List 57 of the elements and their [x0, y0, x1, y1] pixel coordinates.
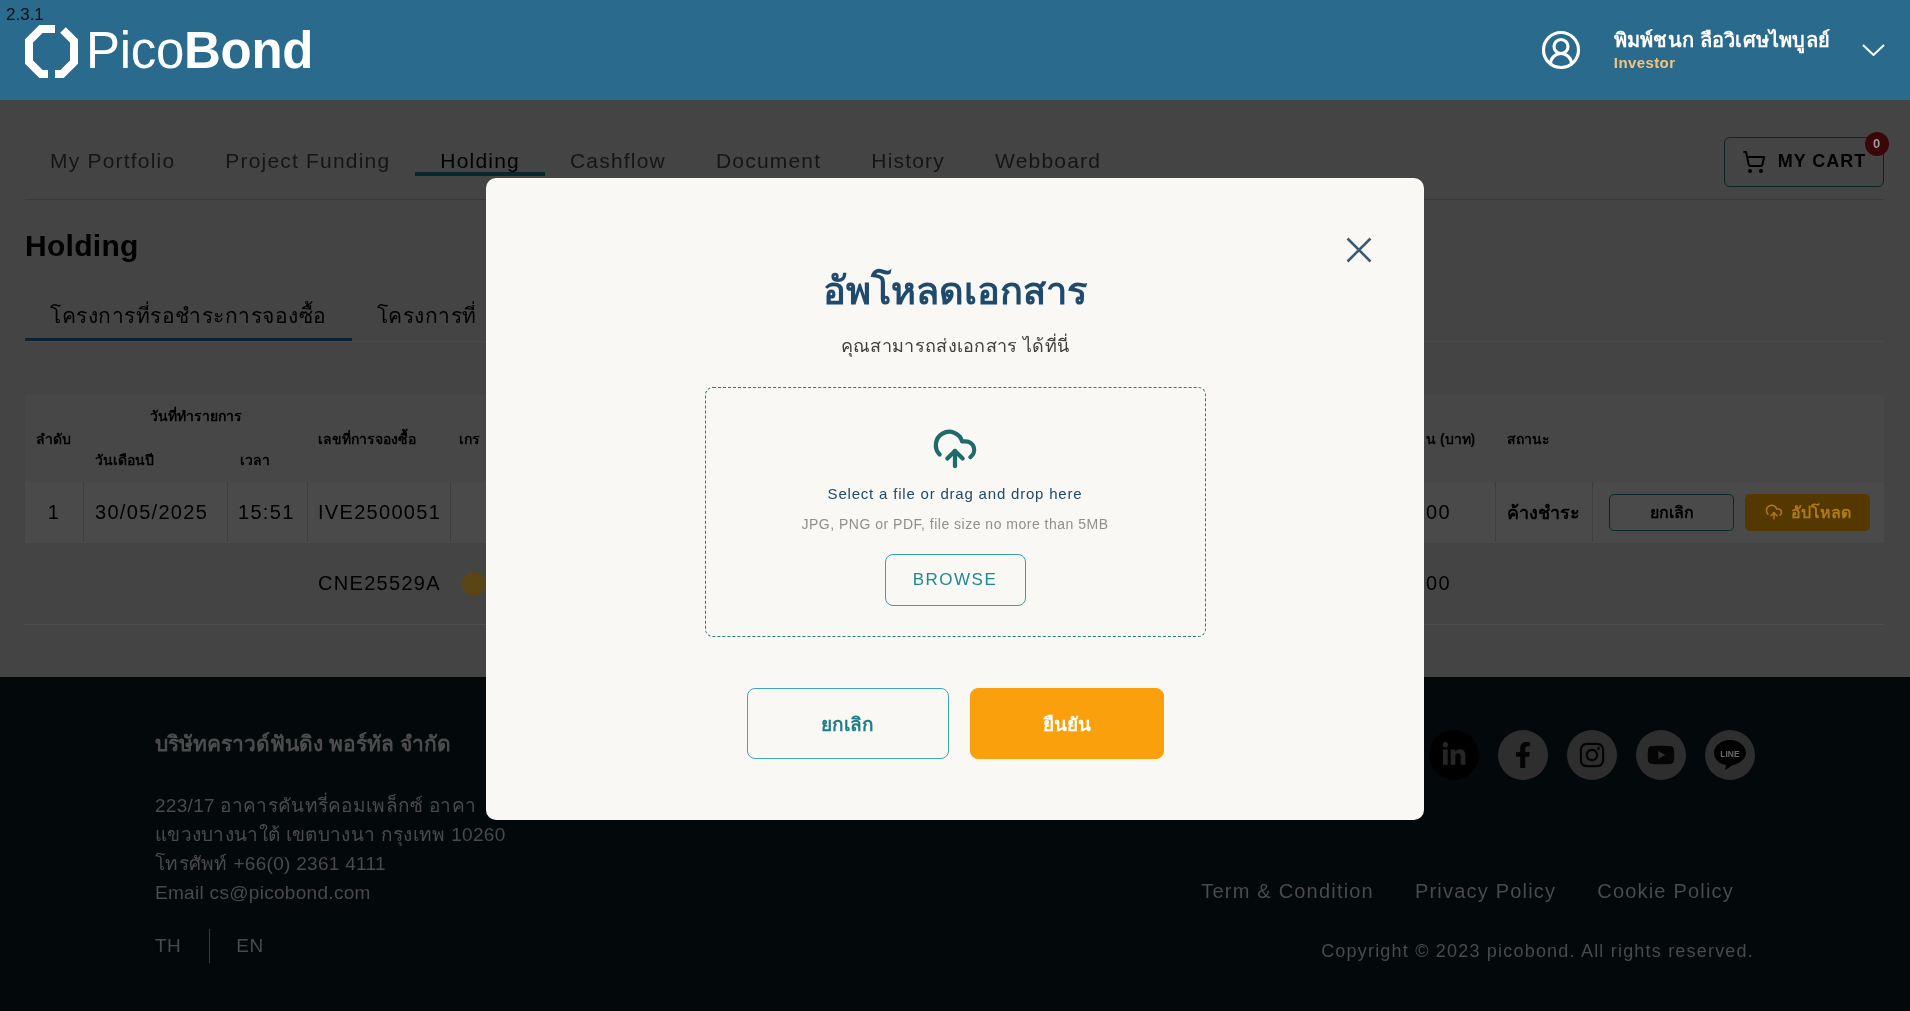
time-text: 15:51: [238, 500, 295, 524]
cart-count: 0: [1865, 131, 1889, 156]
column-header: น (บาท): [1426, 429, 1476, 449]
address-line: แขวงบางนาใต้ เขตบางนา กรุงเทพ 10260: [155, 823, 506, 848]
cancel-button[interactable]: ยกเลิก: [1609, 493, 1734, 531]
language-option[interactable]: TH: [155, 935, 182, 957]
dialog-title: อัพโหลดเอกสาร: [823, 268, 1087, 314]
user-avatar-icon[interactable]: [1539, 29, 1582, 71]
status-text: ค้างชำระ: [1507, 501, 1580, 525]
booking-number: CNE25529A: [318, 572, 441, 595]
user-name: พิมพ์ชนก ลือวิเศษไพบูลย์: [1613, 28, 1830, 53]
page-title: Holding: [25, 228, 139, 264]
logo-icon: [25, 24, 78, 78]
column-header: ลำดับ: [36, 429, 71, 449]
sub-tab[interactable]: โครงการที่: [351, 290, 481, 341]
sub-tab[interactable]: โครงการที่รอชำระการจองซื้อ: [25, 290, 352, 341]
version-label: 2.3.1: [6, 5, 44, 25]
date-text: 30/05/2025: [95, 500, 209, 524]
file-hint: JPG, PNG or PDF, file size no more than 5MB: [801, 515, 1109, 533]
chevron-down-icon[interactable]: [1862, 44, 1885, 56]
confirm-button[interactable]: ยืนยัน: [969, 688, 1164, 759]
dialog-subtitle: คุณสามารถส่งเอกสาร ได้ที่นี่: [840, 334, 1070, 358]
column-header: เลขที่การจองซื้อ: [318, 427, 416, 449]
booking-number: IVE2500051: [318, 500, 442, 524]
copyright-text: Copyright © 2023 picobond. All rights reserved.: [1321, 941, 1754, 962]
column-header: เวลา: [240, 450, 270, 470]
footer-link[interactable]: Cookie Policy: [1597, 880, 1734, 903]
upload-button[interactable]: อัปโหลด: [1745, 493, 1870, 531]
cloud-upload-icon: [1764, 503, 1783, 521]
cart-icon: [1741, 149, 1766, 174]
column-header: วันที่ทำรายการ: [150, 405, 242, 426]
footer-link[interactable]: Term & Condition: [1201, 880, 1374, 903]
address-line: 223/17 อาคารคันทรี่คอมเพล็กซ์ อาคา: [155, 791, 477, 820]
close-button[interactable]: [1346, 237, 1372, 263]
column-header: เกร: [459, 429, 480, 449]
logo-text: PicoBond: [86, 22, 314, 80]
instagram-icon[interactable]: [1567, 730, 1617, 780]
column-header: สถานะ: [1507, 429, 1550, 449]
company-name: บริษัทคราวด์ฟันดิง พอร์ทัล จำกัด: [155, 732, 451, 756]
circle-icon: [462, 571, 486, 596]
linkedin-icon[interactable]: [1429, 730, 1479, 780]
footer-link[interactable]: Privacy Policy: [1414, 880, 1557, 903]
row-number: 1: [47, 500, 61, 524]
drop-prompt: Select a file or drag and drop here: [827, 484, 1083, 504]
address-line: โทรศัพท์ +66(0) 2361 4111: [155, 851, 386, 876]
browse-button[interactable]: BROWSE: [884, 554, 1026, 606]
language-option[interactable]: EN: [236, 935, 264, 957]
amount-text: 00: [1426, 500, 1451, 524]
youtube-icon[interactable]: [1636, 730, 1686, 780]
amount-text: 00: [1426, 572, 1451, 595]
cancel-button[interactable]: ยกเลิก: [746, 688, 949, 759]
address-line: Email cs@picobond.com: [155, 881, 371, 905]
file-drop-zone[interactable]: Select a file or drag and drop here JPG, PNG or PDF, file size no more than 5MB BROWSE: [704, 387, 1206, 637]
facebook-icon[interactable]: [1498, 730, 1548, 780]
column-header: วันเดือนปี: [95, 450, 154, 470]
close-icon: [1346, 237, 1372, 263]
user-role: Investor: [1613, 53, 1676, 72]
